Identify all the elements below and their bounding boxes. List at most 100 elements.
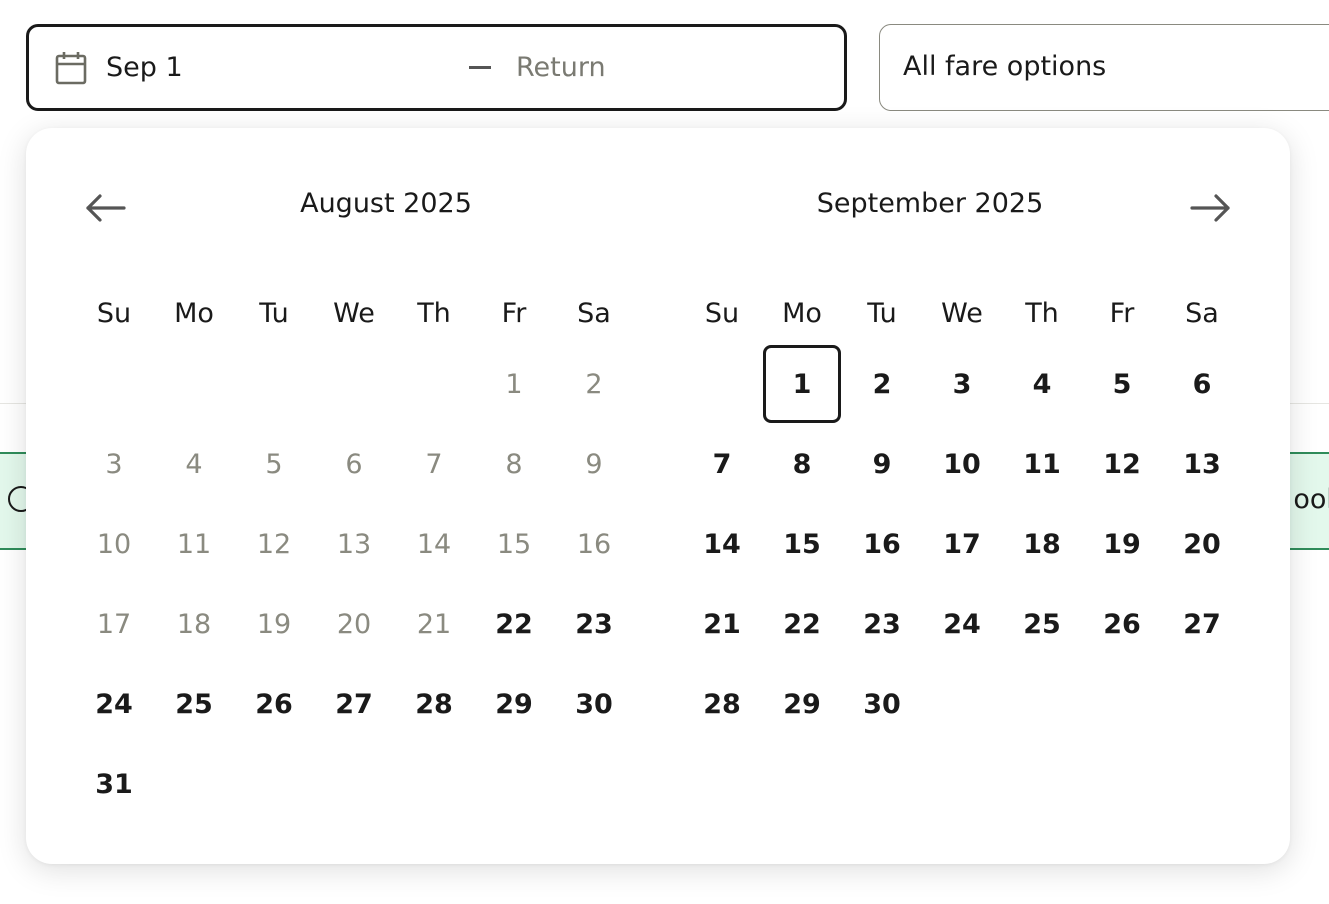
day-cell[interactable]: 29 <box>762 664 842 744</box>
day-cell[interactable]: 28 <box>682 664 762 744</box>
week-row: 123456 <box>682 344 1242 424</box>
day-cell[interactable]: 12 <box>1082 424 1162 504</box>
weekday-label: Tu <box>867 298 897 329</box>
date-range-field[interactable]: Sep 1 Return <box>26 24 847 111</box>
day-cell[interactable]: 17 <box>922 504 1002 584</box>
day-cell[interactable]: 26 <box>234 664 314 744</box>
day-cell[interactable]: 22 <box>762 584 842 664</box>
weekday-label: Th <box>417 298 451 329</box>
date-separator <box>469 66 491 69</box>
day-cell-disabled: 20 <box>336 608 372 640</box>
day-cell[interactable]: 11 <box>1002 424 1082 504</box>
fare-options-select[interactable]: All fare options <box>879 24 1329 111</box>
day-cell[interactable]: 9 <box>842 424 922 504</box>
day-cell-disabled: 8 <box>505 448 523 480</box>
day-cell[interactable]: 10 <box>922 424 1002 504</box>
day-cell[interactable]: 27 <box>1162 584 1242 664</box>
day-cell-disabled: 9 <box>585 448 603 480</box>
day-cell-disabled: 16 <box>576 528 612 560</box>
day-cell[interactable]: 30 <box>554 664 634 744</box>
weekday-label: Sa <box>577 298 611 329</box>
month-grid-september: Su Mo Tu We Th Fr Sa 1 2 3 4 5 6 7 8 9 10 11 12 13 14 15 16 17 1… <box>682 294 1242 744</box>
day-cell[interactable]: 27 <box>314 664 394 744</box>
date-picker-popup: August 2025 September 2025 Su Mo Tu We Th Fr S… <box>26 128 1290 864</box>
day-cell-disabled: 15 <box>496 528 532 560</box>
day-cell[interactable]: 15 <box>762 504 842 584</box>
day-cell[interactable]: 28 <box>394 664 474 744</box>
empty-day-cell <box>1162 664 1242 744</box>
empty-day-cell <box>1002 664 1082 744</box>
day-cell[interactable]: 21 <box>682 584 762 664</box>
week-row: 28 29 30 <box>682 664 1242 744</box>
day-cell-disabled: 14 <box>416 528 452 560</box>
day-cell[interactable]: 31 <box>74 744 154 824</box>
weekday-label: Mo <box>782 298 822 329</box>
day-cell-disabled: 4 <box>185 448 203 480</box>
week-row: 10 11 12 13 14 15 16 <box>74 504 634 584</box>
day-cell[interactable]: 3 <box>922 344 1002 424</box>
day-cell-disabled: 2 <box>585 368 603 400</box>
day-cell-disabled: 21 <box>416 608 452 640</box>
arrow-left-icon[interactable] <box>82 190 130 226</box>
day-cell[interactable]: 30 <box>842 664 922 744</box>
weekday-label: We <box>941 298 983 329</box>
day-cell-disabled: 5 <box>265 448 283 480</box>
week-row: 12 <box>74 344 634 424</box>
day-cell[interactable]: 16 <box>842 504 922 584</box>
week-row: 7 8 9 10 11 12 13 <box>682 424 1242 504</box>
day-cell[interactable]: 18 <box>1002 504 1082 584</box>
empty-day-cell <box>394 344 474 424</box>
empty-day-cell <box>554 744 634 824</box>
day-cell[interactable]: 14 <box>682 504 762 584</box>
return-date-placeholder[interactable]: Return <box>516 52 606 83</box>
empty-day-cell <box>74 344 154 424</box>
day-cell[interactable]: 22 <box>474 584 554 664</box>
day-cell[interactable]: 7 <box>682 424 762 504</box>
day-cell[interactable]: 8 <box>762 424 842 504</box>
fare-options-value: All fare options <box>903 51 1107 82</box>
weekday-label: Su <box>704 298 740 329</box>
empty-day-cell <box>234 744 314 824</box>
day-cell[interactable]: 25 <box>154 664 234 744</box>
day-cell-disabled: 17 <box>96 608 132 640</box>
day-cell[interactable]: 24 <box>74 664 154 744</box>
day-cell[interactable]: 26 <box>1082 584 1162 664</box>
week-row: 17 18 19 20 21 22 23 <box>74 584 634 664</box>
month-title-august: August 2025 <box>300 188 472 219</box>
weekday-label: Sa <box>1185 298 1219 329</box>
weekday-label: We <box>333 298 375 329</box>
day-cell[interactable]: 4 <box>1002 344 1082 424</box>
day-cell-selected[interactable]: 1 <box>763 345 841 423</box>
day-cell[interactable]: 13 <box>1162 424 1242 504</box>
weekday-label: Fr <box>501 298 527 329</box>
day-cell[interactable]: 19 <box>1082 504 1162 584</box>
calendar-icon <box>55 52 87 85</box>
day-cell-disabled: 19 <box>256 608 292 640</box>
week-row: 3 4 5 6 7 8 9 <box>74 424 634 504</box>
day-cell[interactable]: 23 <box>554 584 634 664</box>
empty-day-cell <box>314 344 394 424</box>
day-cell-disabled: 18 <box>176 608 212 640</box>
empty-day-cell <box>314 744 394 824</box>
day-cell[interactable]: 5 <box>1082 344 1162 424</box>
week-row: 31 <box>74 744 634 824</box>
day-cell[interactable]: 2 <box>842 344 922 424</box>
day-cell[interactable]: 20 <box>1162 504 1242 584</box>
day-cell[interactable]: 24 <box>922 584 1002 664</box>
empty-day-cell <box>234 344 314 424</box>
day-cell-disabled: 10 <box>96 528 132 560</box>
day-cell[interactable]: 23 <box>842 584 922 664</box>
empty-day-cell <box>154 344 234 424</box>
day-cell-disabled: 13 <box>336 528 372 560</box>
day-cell[interactable]: 29 <box>474 664 554 744</box>
empty-day-cell <box>1082 664 1162 744</box>
day-cell[interactable]: 25 <box>1002 584 1082 664</box>
week-row: 21 22 23 24 25 26 27 <box>682 584 1242 664</box>
weekday-label: Th <box>1025 298 1059 329</box>
empty-day-cell <box>154 744 234 824</box>
departure-date-value[interactable]: Sep 1 <box>106 52 183 83</box>
day-cell-disabled: 11 <box>176 528 212 560</box>
arrow-right-icon[interactable] <box>1186 190 1234 226</box>
day-cell[interactable]: 6 <box>1162 344 1242 424</box>
empty-day-cell <box>394 744 474 824</box>
